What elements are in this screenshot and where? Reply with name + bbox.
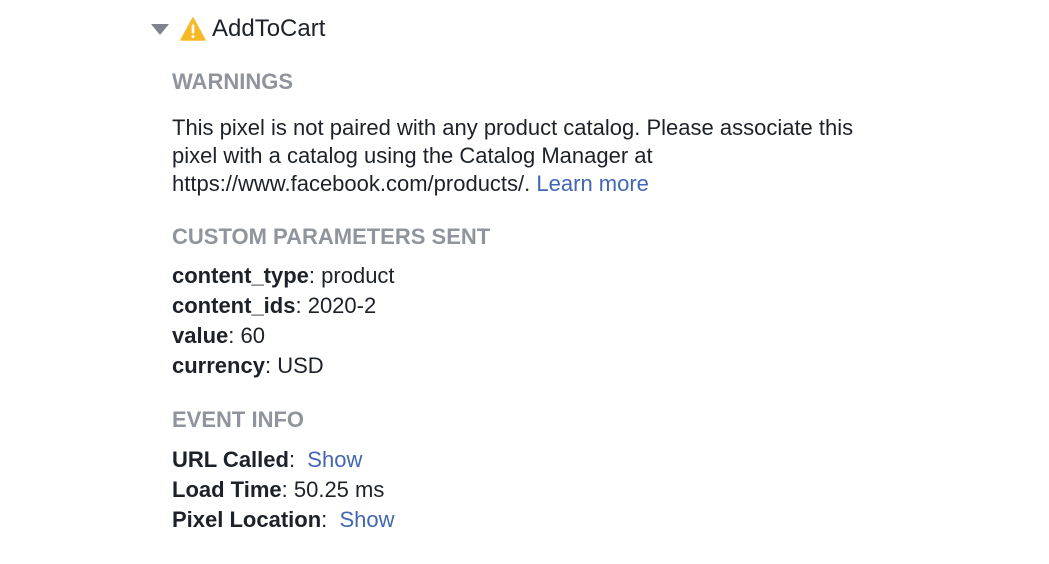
url-called-row: URL Called: Show <box>172 447 363 472</box>
parameter-value: product <box>321 263 395 288</box>
parameter-row: content_type: product <box>172 263 395 288</box>
warning-triangle-icon <box>180 12 208 46</box>
url-called-label: URL Called <box>172 447 289 472</box>
parameter-row: value: 60 <box>172 323 265 348</box>
parameter-row: currency: USD <box>172 353 324 378</box>
parameter-key: content_ids <box>172 293 296 318</box>
warnings-heading: WARNINGS <box>172 69 293 94</box>
pixel-location-label: Pixel Location <box>172 507 322 532</box>
parameter-value: 2020-2 <box>307 293 377 318</box>
parameter-key: content_type <box>172 263 309 288</box>
event-info-list: URL Called: Show Load Time: 50.25 ms Pix… <box>172 445 932 535</box>
parameter-key: value <box>172 323 229 348</box>
pixel-event-panel: AddToCart WARNINGS This pixel is not pai… <box>0 0 1049 564</box>
load-time-row: Load Time: 50.25 ms <box>172 477 385 502</box>
custom-parameters-list: content_type: product content_ids: 2020-… <box>172 261 932 381</box>
load-time-value: 50.25 ms <box>293 477 385 502</box>
pixel-location-show-link[interactable]: Show <box>340 507 395 532</box>
load-time-label: Load Time <box>172 477 282 502</box>
parameter-key: currency <box>172 353 265 378</box>
parameter-value: 60 <box>240 323 265 348</box>
learn-more-link[interactable]: Learn more <box>536 171 649 196</box>
parameter-value: USD <box>277 353 324 378</box>
pixel-location-row: Pixel Location: Show <box>172 507 395 532</box>
url-called-show-link[interactable]: Show <box>307 447 362 472</box>
warning-message: This pixel is not paired with any produc… <box>172 114 892 198</box>
event-details: WARNINGS This pixel is not paired with a… <box>172 64 932 535</box>
event-name: AddToCart <box>212 15 326 42</box>
parameter-row: content_ids: 2020-2 <box>172 293 377 318</box>
custom-parameters-heading: CUSTOM PARAMETERS SENT <box>172 224 491 249</box>
caret-down-icon[interactable] <box>150 12 176 46</box>
event-info-heading: EVENT INFO <box>172 407 305 432</box>
warning-text: This pixel is not paired with any produc… <box>172 115 854 196</box>
event-header[interactable]: AddToCart <box>150 12 325 46</box>
